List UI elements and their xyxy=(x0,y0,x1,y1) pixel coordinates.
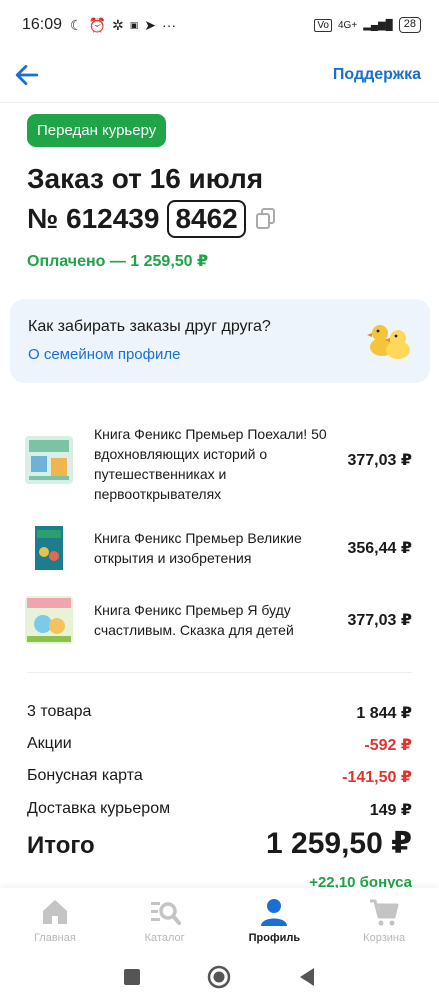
order-item[interactable]: Книга Феникс Премьер Я буду счастливым. … xyxy=(0,596,439,656)
summary-goods-value: 1 844 ₽ xyxy=(356,705,412,722)
status-badge: Передан курьеру xyxy=(27,114,167,147)
summary-promo-label: Акции xyxy=(27,735,72,752)
order-title: Заказ от 16 июля xyxy=(27,163,264,194)
paid-status: Оплачено — 1 259,50 ₽ xyxy=(27,253,209,270)
order-number: № 612439 xyxy=(27,203,160,234)
item-name: Книга Феникс Премьер Великие открытия и … xyxy=(94,530,302,566)
status-icons: ☾ ⏰ ✲ ▣ ➤ ··· xyxy=(70,17,176,34)
signal-icon: ▂▄▆█ xyxy=(363,19,393,31)
nav-catalog-label: Каталог xyxy=(144,932,185,944)
summary-bonus-card-label: Бонусная карта xyxy=(27,767,143,784)
summary-delivery-value: 149 ₽ xyxy=(369,802,412,819)
bottom-nav: Главная Каталог Профиль Корзина xyxy=(0,888,439,954)
network-label: 4G+ xyxy=(338,19,358,31)
book-cover-image xyxy=(25,524,73,572)
summary-promo: Акции -592 ₽ xyxy=(27,735,412,755)
back-triangle-icon[interactable] xyxy=(298,967,316,987)
order-item[interactable]: Книга Феникс Премьер Великие открытия и … xyxy=(0,520,439,580)
recents-icon[interactable] xyxy=(123,968,141,986)
family-profile-link[interactable]: О семейном профиле xyxy=(28,346,180,363)
summary-bonus-card-value: -141,50 ₽ xyxy=(342,769,412,786)
book-cover-image xyxy=(25,436,73,484)
ducks-icon xyxy=(367,325,410,359)
items-divider xyxy=(27,672,412,673)
status-bar: 16:09 ☾ ⏰ ✲ ▣ ➤ ··· Vo 4G+ ▂▄▆█ 28 xyxy=(0,0,439,50)
nav-catalog[interactable]: Каталог xyxy=(110,888,220,954)
volte-icon: Vo xyxy=(314,18,332,32)
summary-bonus-card: Бонусная карта -141,50 ₽ xyxy=(27,767,412,787)
header-divider xyxy=(0,102,439,103)
catalog-search-icon xyxy=(150,902,181,925)
summary-delivery: Доставка курьером 149 ₽ xyxy=(27,800,412,820)
copy-icon[interactable] xyxy=(255,208,276,230)
order-item[interactable]: Книга Феникс Премьер Поехали! 50 вдохнов… xyxy=(0,424,439,502)
nav-profile-label: Профиль xyxy=(248,932,301,944)
moon-icon: ☾ xyxy=(70,16,83,33)
book-cover-image xyxy=(25,596,73,644)
more-icon: ··· xyxy=(162,17,177,33)
app-icon: ✲ xyxy=(112,16,124,33)
telegram-icon: ➤ xyxy=(144,16,157,33)
family-question: Как забирать заказы друг друга? xyxy=(28,318,271,335)
home-icon xyxy=(42,900,67,924)
summary-total: Итого 1 259,50 ₽ xyxy=(27,826,412,861)
status-right: Vo 4G+ ▂▄▆█ 28 xyxy=(314,17,421,33)
cart-icon xyxy=(370,899,399,926)
pickup-code: 8462 xyxy=(167,200,246,238)
item-price: 377,03 ₽ xyxy=(347,612,412,629)
summary-promo-value: -592 ₽ xyxy=(364,737,412,754)
item-name: Книга Феникс Премьер Я буду счастливым. … xyxy=(94,602,294,638)
nav-cart-label: Корзина xyxy=(363,932,406,944)
order-number-row: № 612439 8462 xyxy=(27,200,276,238)
detmir-icon: ▣ xyxy=(129,19,139,30)
system-nav xyxy=(0,954,439,1000)
summary-goods: 3 товара 1 844 ₽ xyxy=(27,703,412,723)
battery-icon: 28 xyxy=(398,17,421,33)
support-link[interactable]: Поддержка xyxy=(333,66,421,84)
total-value: 1 259,50 ₽ xyxy=(266,827,412,860)
family-profile-card[interactable]: Как забирать заказы друг друга? О семейн… xyxy=(10,299,430,383)
summary-goods-label: 3 товара xyxy=(27,703,92,720)
nav-home-label: Главная xyxy=(33,932,76,944)
nav-home[interactable]: Главная xyxy=(0,888,110,954)
alarm-icon: ⏰ xyxy=(88,16,107,33)
item-price: 377,03 ₽ xyxy=(347,452,412,469)
header: Поддержка xyxy=(0,50,439,100)
summary-delivery-label: Доставка курьером xyxy=(27,800,171,817)
item-name: Книга Феникс Премьер Поехали! 50 вдохнов… xyxy=(94,426,327,502)
back-arrow-icon[interactable] xyxy=(14,62,40,88)
total-label: Итого xyxy=(27,832,95,859)
nav-cart[interactable]: Корзина xyxy=(329,888,439,954)
status-time: 16:09 xyxy=(22,16,63,33)
nav-profile[interactable]: Профиль xyxy=(220,888,330,954)
profile-icon xyxy=(261,899,288,926)
home-button-icon[interactable] xyxy=(207,965,231,989)
item-price: 356,44 ₽ xyxy=(347,540,412,557)
